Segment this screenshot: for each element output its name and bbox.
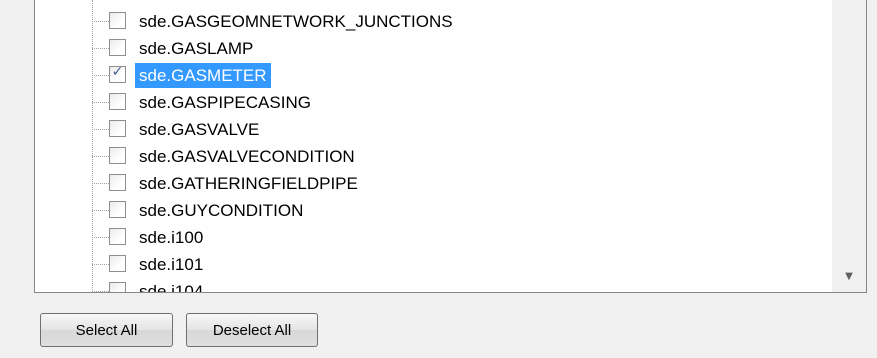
- tree-item[interactable]: ✓ sde.GASMETER: [35, 62, 735, 89]
- vertical-scrollbar[interactable]: ▼: [832, 0, 866, 292]
- tree-item[interactable]: sde.i104: [35, 278, 735, 292]
- tree-item[interactable]: sde.GASLAMP: [35, 35, 735, 62]
- tree-item-label[interactable]: sde.GASVALVECONDITION: [135, 144, 359, 169]
- layer-checkbox[interactable]: ✓: [109, 64, 126, 83]
- tree-connector-line: [92, 291, 109, 292]
- tree-item-label[interactable]: sde.GASGEOMNETWORK_JUNCTIONS: [135, 9, 457, 34]
- tree-item[interactable]: sde.GUYCONDITION: [35, 197, 735, 224]
- tree-connector-line: [92, 237, 109, 238]
- tree-connector-line: [92, 75, 109, 76]
- tree-connector-line: [92, 264, 109, 265]
- tree-viewport: sde.GASGEOMNETWORK_JUNCTIONS sde.GASLAMP ✓…: [35, 0, 833, 292]
- tree-connector-line: [92, 183, 109, 184]
- tree-item[interactable]: sde.GASVALVECONDITION: [35, 143, 735, 170]
- tree-connector-line: [92, 210, 109, 211]
- tree-item-label[interactable]: sde.GASLAMP: [135, 36, 257, 61]
- layer-checkbox[interactable]: [109, 255, 126, 272]
- tree-connector-line: [92, 129, 109, 130]
- layer-checkbox[interactable]: [109, 201, 126, 218]
- tree-item-label[interactable]: sde.GASVALVE: [135, 117, 263, 142]
- layer-checkbox[interactable]: [109, 147, 126, 164]
- tree-item-label[interactable]: sde.GATHERINGFIELDPIPE: [135, 171, 362, 196]
- tree-item[interactable]: sde.GASPIPECASING: [35, 89, 735, 116]
- checkmark-icon: ✓: [111, 64, 124, 80]
- layer-checkbox[interactable]: [109, 174, 126, 191]
- tree-item-label[interactable]: sde.i101: [135, 252, 207, 277]
- tree-item[interactable]: sde.GASVALVE: [35, 116, 735, 143]
- tree-item-label[interactable]: sde.GASMETER: [135, 63, 271, 88]
- tree-item-label[interactable]: sde.GUYCONDITION: [135, 198, 307, 223]
- tree-connector-line: [92, 156, 109, 157]
- tree-item[interactable]: sde.i100: [35, 224, 735, 251]
- tree-list: sde.GASGEOMNETWORK_JUNCTIONS sde.GASLAMP ✓…: [35, 8, 735, 292]
- scroll-down-icon[interactable]: ▼: [832, 268, 866, 286]
- deselect-all-button[interactable]: Deselect All: [186, 313, 318, 347]
- tree-item[interactable]: sde.i101: [35, 251, 735, 278]
- layer-tree-view[interactable]: sde.GASGEOMNETWORK_JUNCTIONS sde.GASLAMP ✓…: [34, 0, 867, 293]
- layer-checkbox[interactable]: [109, 282, 126, 292]
- tree-connector-line: [92, 48, 109, 49]
- tree-connector-line: [92, 102, 109, 103]
- tree-item-label[interactable]: sde.i104: [135, 279, 207, 292]
- tree-item-label[interactable]: sde.i100: [135, 225, 207, 250]
- select-all-button[interactable]: Select All: [40, 313, 173, 347]
- layer-checkbox[interactable]: [109, 93, 126, 110]
- layer-checkbox[interactable]: [109, 39, 126, 56]
- tree-connector-line: [92, 21, 109, 22]
- layer-checkbox[interactable]: [109, 228, 126, 245]
- tree-item[interactable]: sde.GASGEOMNETWORK_JUNCTIONS: [35, 8, 735, 35]
- tree-item-label[interactable]: sde.GASPIPECASING: [135, 90, 315, 115]
- tree-item[interactable]: sde.GATHERINGFIELDPIPE: [35, 170, 735, 197]
- layer-checkbox[interactable]: [109, 120, 126, 137]
- layer-checkbox[interactable]: [109, 12, 126, 29]
